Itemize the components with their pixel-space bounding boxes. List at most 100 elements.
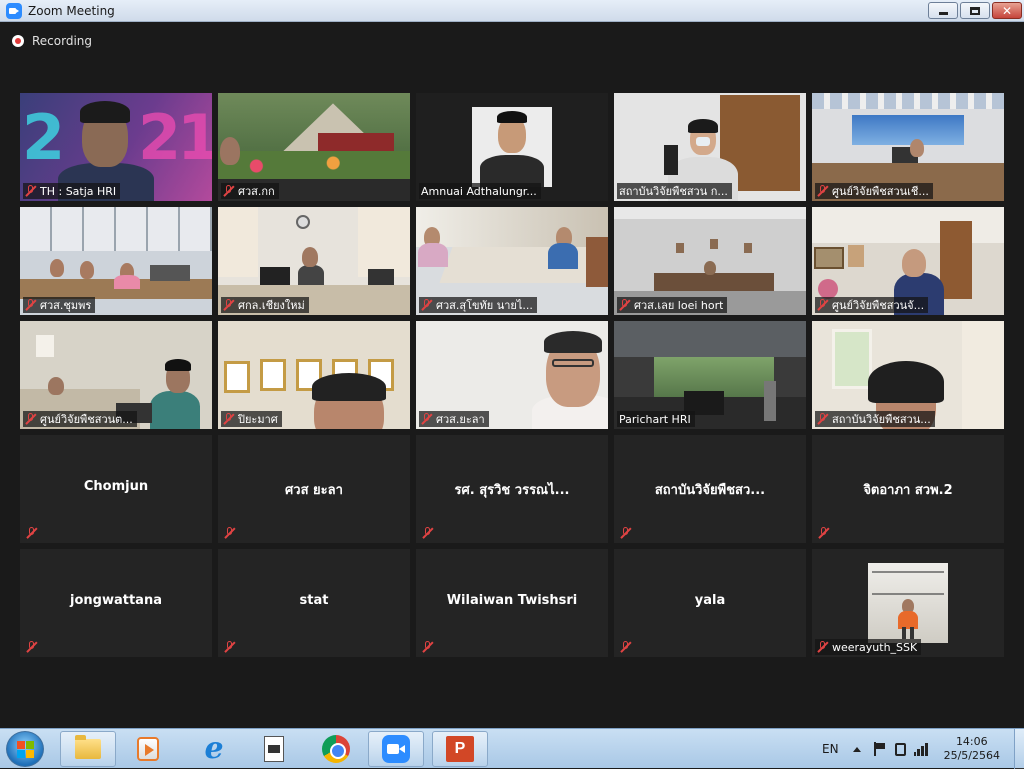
participant-name: สถาบันวิจัยพืชสว... bbox=[654, 483, 766, 498]
participant-name: รศ. สุรวิช วรรณไ... bbox=[454, 483, 570, 498]
participant-name-tag: Amnuai Adthalungr... bbox=[419, 183, 541, 199]
recording-indicator[interactable]: Recording bbox=[12, 34, 92, 48]
participant-tile[interactable]: ศูนย์วิจัยพืชสวนจั... bbox=[812, 207, 1004, 315]
participant-tile-active-speaker[interactable]: สถาบันวิจัยพืชสวน ก... bbox=[614, 93, 806, 201]
maximize-button[interactable] bbox=[960, 2, 990, 19]
participant-tile-no-video[interactable]: stat bbox=[218, 549, 410, 657]
participant-name: ศูนย์วิจัยพืชสวนต... bbox=[40, 413, 133, 426]
minimize-button[interactable] bbox=[928, 2, 958, 19]
mic-muted-icon bbox=[421, 299, 433, 311]
participant-tile[interactable]: ศวส.ยะลา bbox=[416, 321, 608, 429]
participant-tile[interactable]: ปิยะมาศ bbox=[218, 321, 410, 429]
system-clock[interactable]: 14:06 25/5/2564 bbox=[944, 735, 1000, 763]
mic-muted-icon bbox=[422, 641, 434, 653]
taskbar-zoom-button[interactable] bbox=[368, 731, 424, 767]
system-tray: EN 14:06 25/5/2564 bbox=[822, 729, 1024, 769]
taskbar-document-button[interactable] bbox=[246, 731, 302, 767]
taskbar-explorer-button[interactable] bbox=[60, 731, 116, 767]
participant-tile[interactable]: ศวส.ชุมพร bbox=[20, 207, 212, 315]
mic-muted-icon bbox=[25, 185, 37, 197]
participant-name: ศกล.เชียงใหม่ bbox=[238, 299, 305, 312]
zoom-app-icon bbox=[6, 2, 22, 19]
taskbar-ie-button[interactable]: e bbox=[186, 731, 242, 767]
start-button[interactable] bbox=[6, 731, 44, 767]
taskbar-media-player-button[interactable] bbox=[120, 731, 176, 767]
participant-name: Amnuai Adthalungr... bbox=[421, 184, 537, 198]
taskbar-powerpoint-button[interactable]: P bbox=[432, 731, 488, 767]
mic-muted-icon bbox=[620, 527, 632, 539]
powerpoint-icon: P bbox=[446, 736, 474, 762]
participant-name-tag: ปิยะมาศ bbox=[221, 411, 282, 427]
mic-muted-icon bbox=[817, 299, 829, 311]
folder-icon bbox=[75, 735, 101, 759]
mic-muted-icon bbox=[25, 413, 37, 425]
participant-tile-no-video[interactable]: Chomjun bbox=[20, 435, 212, 543]
document-icon bbox=[264, 736, 284, 762]
participant-name-tag: สถาบันวิจัยพืชสวน ก... bbox=[617, 183, 732, 199]
participant-name: Parichart HRI bbox=[619, 412, 691, 426]
participant-tile[interactable]: ศวส.เลย loei hort bbox=[614, 207, 806, 315]
participant-name-tag: ศวส.กก bbox=[221, 183, 279, 199]
participant-name: ศวส ยะลา bbox=[285, 483, 343, 498]
mic-muted-icon bbox=[620, 641, 632, 653]
participant-tile[interactable]: Parichart HRI bbox=[614, 321, 806, 429]
show-desktop-button[interactable] bbox=[1014, 729, 1024, 769]
mic-muted-icon bbox=[223, 413, 235, 425]
mic-muted-icon bbox=[817, 641, 829, 653]
mic-muted-icon bbox=[224, 641, 236, 653]
participant-tile-no-video[interactable]: jongwattana bbox=[20, 549, 212, 657]
mic-muted-icon bbox=[619, 299, 631, 311]
participant-tile-no-video[interactable]: ศวส ยะลา bbox=[218, 435, 410, 543]
participant-name: สถาบันวิจัยพืชสวน ก... bbox=[619, 185, 728, 198]
participant-tile[interactable]: ศกล.เชียงใหม่ bbox=[218, 207, 410, 315]
mic-muted-icon bbox=[421, 413, 433, 425]
internet-explorer-icon: e bbox=[204, 731, 224, 766]
gallery-view: 2 21 TH : Satja HRI ศวส.กก Amnuai Adthal… bbox=[20, 93, 1004, 657]
participant-name: weerayuth_SSK bbox=[832, 640, 918, 654]
battery-icon[interactable] bbox=[894, 742, 906, 756]
mic-muted-icon bbox=[26, 641, 38, 653]
participant-name: yala bbox=[694, 593, 726, 608]
participant-name: ศวส.ชุมพร bbox=[40, 299, 92, 312]
mic-muted-icon bbox=[224, 527, 236, 539]
participant-tile[interactable]: ศูนย์วิจัยพืชสวนเชี... bbox=[812, 93, 1004, 201]
language-indicator[interactable]: EN bbox=[822, 742, 839, 756]
participant-tile-no-video[interactable]: จิตอาภา สวพ.2 bbox=[812, 435, 1004, 543]
participant-tile-no-video[interactable]: Wilaiwan Twishsri bbox=[416, 549, 608, 657]
mic-muted-icon bbox=[817, 185, 829, 197]
participant-name: stat bbox=[299, 593, 329, 608]
recording-label: Recording bbox=[32, 34, 93, 48]
participant-tile[interactable]: Amnuai Adthalungr... bbox=[416, 93, 608, 201]
participant-tile-no-video[interactable]: รศ. สุรวิช วรรณไ... bbox=[416, 435, 608, 543]
participant-tile[interactable]: weerayuth_SSK bbox=[812, 549, 1004, 657]
window-controls: ✕ bbox=[928, 2, 1022, 19]
chrome-icon bbox=[322, 735, 350, 763]
close-button[interactable]: ✕ bbox=[992, 2, 1022, 19]
taskbar-chrome-button[interactable] bbox=[308, 731, 364, 767]
participant-tile-no-video[interactable]: สถาบันวิจัยพืชสว... bbox=[614, 435, 806, 543]
participant-name: ศวส.เลย loei hort bbox=[634, 299, 724, 312]
participant-tile[interactable]: ศวส.กก bbox=[218, 93, 410, 201]
participant-name-tag: ศกล.เชียงใหม่ bbox=[221, 297, 309, 313]
close-icon: ✕ bbox=[1001, 3, 1013, 18]
participant-name: Chomjun bbox=[83, 479, 149, 494]
participant-tile-no-video[interactable]: yala bbox=[614, 549, 806, 657]
participant-name-tag: Parichart HRI bbox=[617, 411, 695, 427]
participant-tile[interactable]: สถาบันวิจัยพืชสวน... bbox=[812, 321, 1004, 429]
participant-tile[interactable]: 2 21 TH : Satja HRI bbox=[20, 93, 212, 201]
windows-logo-icon bbox=[17, 741, 34, 758]
show-hidden-icons-icon[interactable] bbox=[852, 746, 861, 752]
participant-name: ศวส.ยะลา bbox=[436, 413, 485, 426]
participant-name: ศูนย์วิจัยพืชสวนจั... bbox=[832, 299, 925, 312]
zoom-icon bbox=[382, 735, 410, 763]
mic-muted-icon bbox=[817, 413, 829, 425]
media-player-icon bbox=[137, 737, 159, 761]
participant-name: jongwattana bbox=[70, 593, 162, 608]
network-signal-icon[interactable] bbox=[913, 742, 928, 756]
clock-date: 25/5/2564 bbox=[943, 749, 1000, 762]
mic-muted-icon bbox=[25, 299, 37, 311]
action-center-flag-icon[interactable] bbox=[873, 742, 887, 756]
participant-tile[interactable]: ศวส.สุโขทัย นายไ... bbox=[416, 207, 608, 315]
participant-tile[interactable]: ศูนย์วิจัยพืชสวนต... bbox=[20, 321, 212, 429]
mic-muted-icon bbox=[26, 527, 38, 539]
